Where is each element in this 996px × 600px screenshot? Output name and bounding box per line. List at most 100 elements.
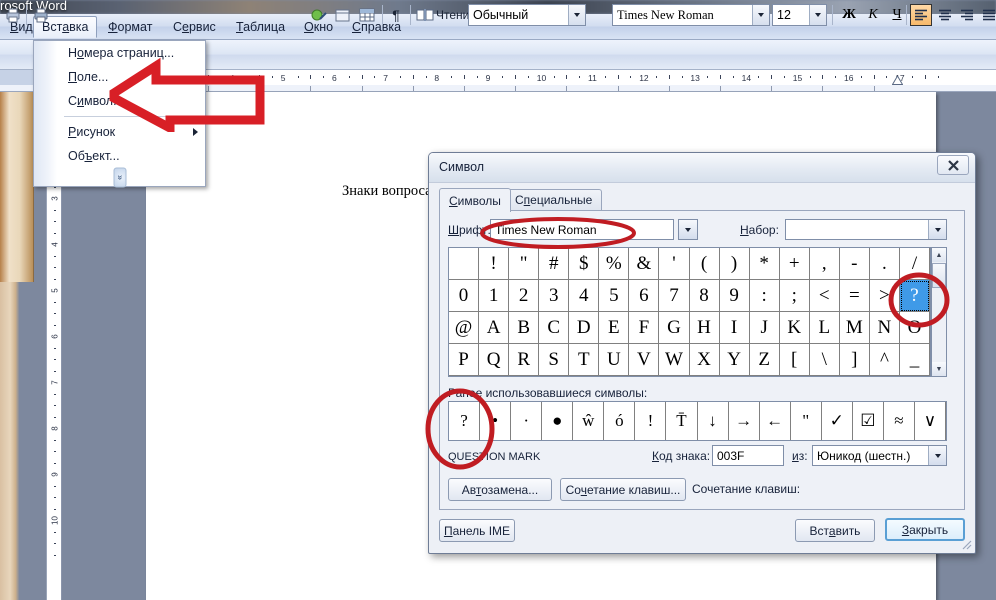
- menu-4[interactable]: Таблица: [228, 16, 293, 38]
- align-right-button[interactable]: [956, 4, 978, 26]
- character-cell[interactable]: ;: [779, 280, 810, 312]
- insert-button[interactable]: Вставить: [795, 519, 875, 542]
- character-cell[interactable]: P: [449, 344, 480, 376]
- reading-mode-icon[interactable]: [414, 3, 436, 27]
- symbol-dialog[interactable]: Символ Символы Специальные знаки Шрифт: …: [428, 152, 976, 554]
- recent-symbol-cell[interactable]: •: [480, 402, 512, 440]
- print-icon[interactable]: [30, 3, 52, 27]
- character-cell[interactable]: [449, 248, 480, 280]
- character-cell[interactable]: A: [479, 312, 510, 344]
- italic-button[interactable]: К: [862, 4, 884, 26]
- character-cell[interactable]: .: [869, 248, 900, 280]
- character-cell[interactable]: 6: [629, 280, 660, 312]
- zoom-stepper-icon[interactable]: [452, 3, 466, 27]
- character-cell[interactable]: Q: [479, 344, 510, 376]
- recent-symbol-cell[interactable]: ∨: [915, 402, 946, 440]
- recent-symbol-cell[interactable]: ≈: [884, 402, 915, 440]
- from-dropdown-button[interactable]: [928, 446, 946, 465]
- align-justify-button[interactable]: [978, 4, 996, 26]
- recent-symbol-cell[interactable]: !: [635, 402, 667, 440]
- tab-symbols[interactable]: Символы: [439, 188, 511, 212]
- insert-dropdown-menu[interactable]: Номера страниц... Поле... Символ... Рисунок…: [33, 40, 206, 187]
- recent-symbol-cell[interactable]: ↓: [698, 402, 729, 440]
- character-cell[interactable]: Y: [719, 344, 750, 376]
- recent-symbol-cell[interactable]: ?: [449, 402, 481, 440]
- character-grid[interactable]: ! " # $% & '() * +, -./ 0 1 2 3 4 5 6 7 8 9:; < = >? @ A B C D E F G H…: [448, 247, 931, 377]
- character-cell[interactable]: ': [659, 248, 690, 280]
- character-cell-selected[interactable]: ?: [899, 280, 930, 312]
- character-cell[interactable]: X: [689, 344, 720, 376]
- character-cell[interactable]: ": [509, 248, 540, 280]
- insert-menu-item-2[interactable]: Символ...: [34, 89, 205, 113]
- insert-table-icon[interactable]: [356, 3, 378, 27]
- autocorrect-button[interactable]: Автозамена...: [448, 478, 552, 501]
- align-center-button[interactable]: [934, 4, 956, 26]
- character-cell[interactable]: K: [779, 312, 810, 344]
- recent-symbol-cell[interactable]: T̄: [666, 402, 698, 440]
- insert-menu-item-0[interactable]: Номера страниц...: [34, 41, 205, 65]
- character-cell[interactable]: _: [899, 344, 930, 376]
- spellcheck-icon[interactable]: [308, 3, 330, 27]
- character-cell[interactable]: >: [869, 280, 900, 312]
- recent-symbol-cell[interactable]: ✓: [822, 402, 853, 440]
- character-cell[interactable]: 5: [599, 280, 630, 312]
- show-formatting-marks-button[interactable]: ¶: [386, 3, 406, 27]
- character-cell[interactable]: !: [479, 248, 510, 280]
- character-cell[interactable]: B: [509, 312, 540, 344]
- recent-symbol-cell[interactable]: ●: [542, 402, 574, 440]
- scrollbar-thumb[interactable]: [932, 263, 946, 288]
- character-cell[interactable]: J: [749, 312, 780, 344]
- character-cell[interactable]: W: [659, 344, 690, 376]
- style-combo-dropdown-button[interactable]: [568, 5, 585, 25]
- character-cell[interactable]: 2: [509, 280, 540, 312]
- character-cell[interactable]: L: [809, 312, 840, 344]
- font-size-combo-dropdown-button[interactable]: [809, 5, 826, 25]
- character-cell[interactable]: M: [839, 312, 870, 344]
- character-cell[interactable]: ]: [839, 344, 870, 376]
- character-cell[interactable]: ^: [869, 344, 900, 376]
- character-cell[interactable]: C: [539, 312, 570, 344]
- character-cell[interactable]: #: [539, 248, 570, 280]
- recent-symbol-cell[interactable]: ☑: [853, 402, 884, 440]
- character-cell[interactable]: +: [779, 248, 810, 280]
- shortcut-key-button[interactable]: Сочетание клавиш...: [560, 478, 686, 501]
- character-cell[interactable]: &: [629, 248, 660, 280]
- scroll-up-icon[interactable]: ▲: [932, 248, 946, 262]
- recent-symbol-cell[interactable]: ó: [604, 402, 636, 440]
- recent-symbol-cell[interactable]: ": [791, 402, 822, 440]
- character-cell[interactable]: U: [599, 344, 630, 376]
- ime-panel-button[interactable]: Панель IME: [439, 519, 515, 542]
- recent-symbol-cell[interactable]: ŵ: [573, 402, 605, 440]
- underline-button[interactable]: Ч: [886, 4, 908, 26]
- character-cell[interactable]: I: [719, 312, 750, 344]
- align-left-button[interactable]: [910, 4, 932, 26]
- style-combo[interactable]: Обычный: [468, 4, 586, 26]
- font-size-combo[interactable]: 12: [772, 4, 827, 26]
- hyperlink-icon[interactable]: [332, 3, 354, 27]
- character-cell[interactable]: 0: [449, 280, 480, 312]
- recently-used-symbols[interactable]: ? • · ● ŵ ó! T̄ ↓ → ← " ✓ ☑ ≈ ∨: [448, 401, 947, 441]
- tab-special-characters[interactable]: Специальные знаки: [505, 189, 603, 228]
- dialog-close-button[interactable]: Закрыть: [885, 518, 965, 541]
- recent-symbol-cell[interactable]: →: [729, 402, 760, 440]
- insert-menu-item-4[interactable]: Рисунок: [34, 120, 205, 144]
- resize-grip-icon[interactable]: [960, 538, 972, 550]
- close-icon[interactable]: [937, 155, 969, 175]
- subset-combo[interactable]: [785, 219, 947, 240]
- recent-symbol-cell[interactable]: ←: [760, 402, 791, 440]
- character-cell[interactable]: (: [689, 248, 720, 280]
- character-cell[interactable]: V: [629, 344, 660, 376]
- print-preview-icon[interactable]: [2, 3, 24, 27]
- character-cell[interactable]: @: [449, 312, 480, 344]
- character-cell[interactable]: ): [719, 248, 750, 280]
- character-cell[interactable]: 9: [719, 280, 750, 312]
- character-cell[interactable]: O: [899, 312, 930, 344]
- character-cell[interactable]: [: [779, 344, 810, 376]
- from-combo[interactable]: Юникод (шестн.): [812, 445, 947, 466]
- character-cell[interactable]: 8: [689, 280, 720, 312]
- font-combo[interactable]: Times New Roman: [612, 4, 770, 26]
- character-cell[interactable]: *: [749, 248, 780, 280]
- character-cell[interactable]: $: [569, 248, 600, 280]
- dialog-title-bar[interactable]: Символ: [429, 153, 975, 183]
- recent-symbol-cell[interactable]: ·: [511, 402, 543, 440]
